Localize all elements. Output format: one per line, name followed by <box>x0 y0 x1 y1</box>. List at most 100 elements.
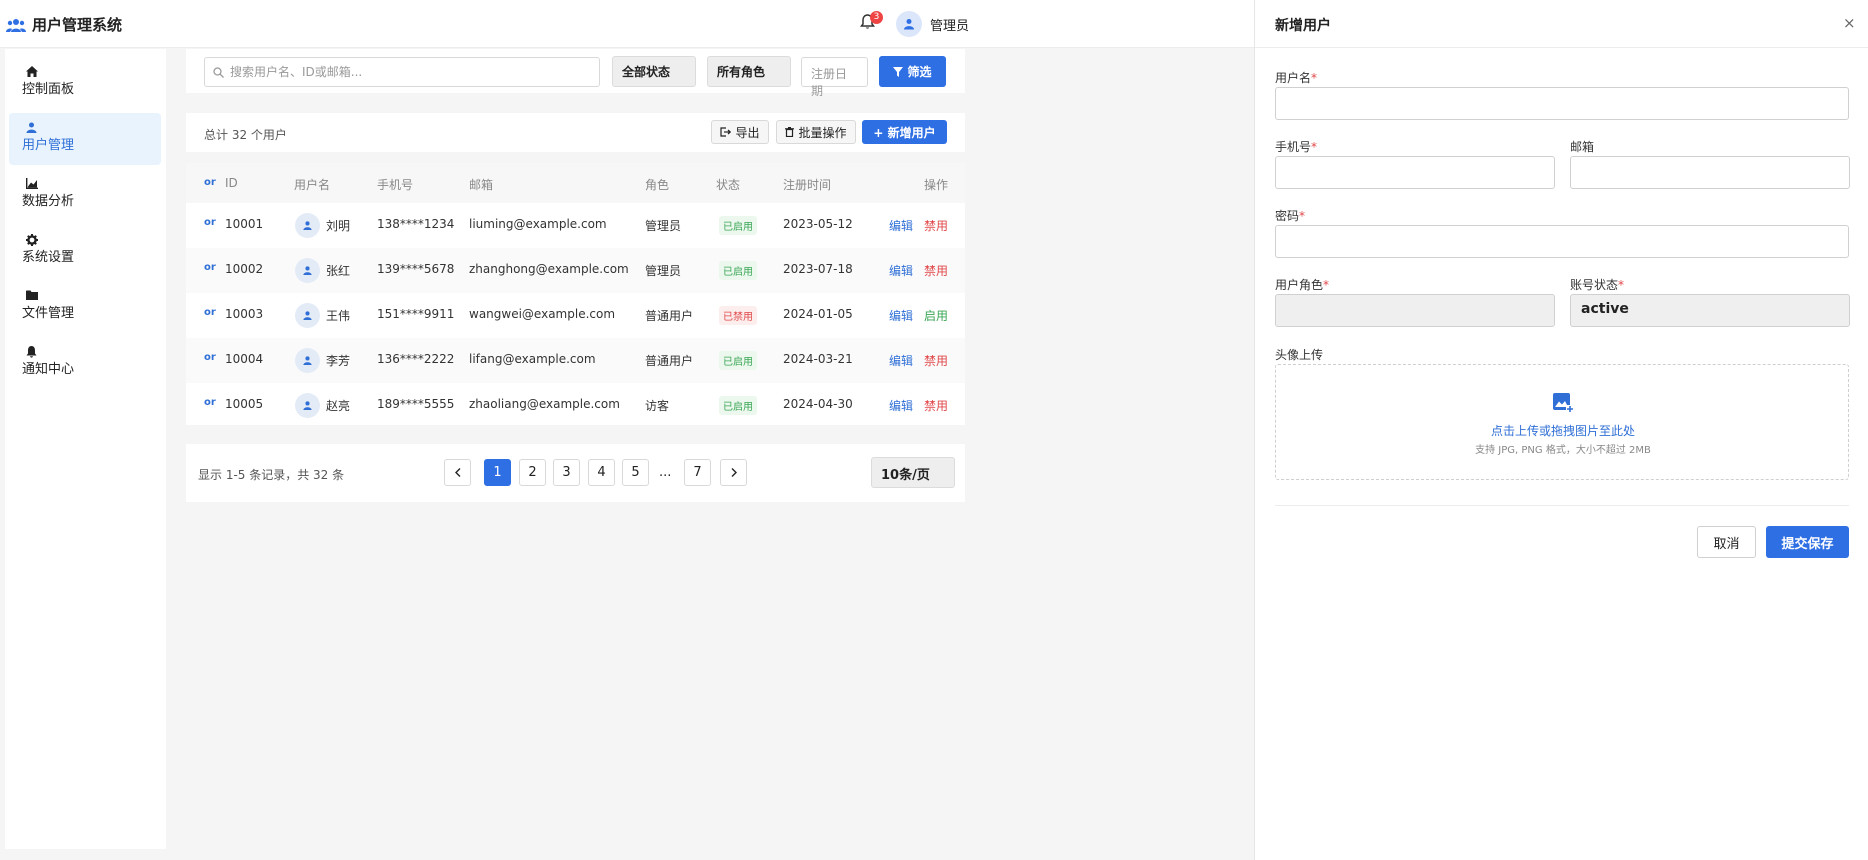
register-date-input[interactable]: 注册日期 <box>801 57 868 98</box>
trash-icon <box>785 127 795 137</box>
avatar-upload-area[interactable]: 点击上传或拖拽图片至此处 支持 JPG, PNG 格式，大小不超过 2MB <box>1275 364 1849 480</box>
enable-link[interactable]: 启用 <box>924 307 948 324</box>
disable-link[interactable]: 禁用 <box>924 262 948 279</box>
search-box <box>204 57 600 87</box>
sidebar-item-users[interactable]: 用户管理 <box>9 113 161 165</box>
sidebar-item-dashboard[interactable]: 控制面板 <box>9 57 161 109</box>
cell-id: 10003 <box>225 307 264 321</box>
cell-date: 2023-05-12 <box>783 217 853 231</box>
email-label: 邮箱 <box>1570 140 1595 154</box>
disable-link[interactable]: 禁用 <box>924 397 948 414</box>
sidebar-item-label: 通知中心 <box>22 362 75 377</box>
required-mark: * <box>1311 71 1318 85</box>
filter-icon <box>893 66 904 77</box>
role-select[interactable]: 所有角色 <box>707 56 791 87</box>
password-field[interactable] <box>1275 225 1849 258</box>
role-label: 用户角色* <box>1275 276 1329 293</box>
app-logo: 用户管理系统 <box>6 14 122 35</box>
prev-page-button[interactable] <box>444 459 471 486</box>
edit-link[interactable]: 编辑 <box>889 397 913 414</box>
account-status-select[interactable]: active <box>1570 294 1850 327</box>
cell-username: 刘明 <box>326 219 351 233</box>
username-label-text: 用户名 <box>1275 71 1312 85</box>
sidebar-item-files[interactable]: 文件管理 <box>9 281 161 333</box>
pagination: 显示 1-5 条记录，共 32 条 1 2 3 4 5 ... 7 10条/页 <box>186 444 965 502</box>
edit-link[interactable]: 编辑 <box>889 307 913 324</box>
required-mark: * <box>1618 278 1625 292</box>
page-2-button[interactable]: 2 <box>519 459 546 486</box>
drawer-divider <box>1275 505 1849 506</box>
cell-role: 管理员 <box>645 219 682 233</box>
next-page-button[interactable] <box>720 459 747 486</box>
password-label-text: 密码 <box>1275 209 1300 223</box>
status-badge: 已启用 <box>719 396 757 415</box>
pagination-info: 显示 1-5 条记录，共 32 条 <box>198 468 345 482</box>
export-label: 导出 <box>735 125 760 140</box>
search-input[interactable] <box>230 65 590 79</box>
bell-icon <box>26 346 37 358</box>
user-menu[interactable]: 管理员 <box>896 11 969 37</box>
edit-link[interactable]: 编辑 <box>889 352 913 369</box>
notification-button[interactable]: 3 <box>860 11 883 34</box>
sidebar-item-label: 控制面板 <box>22 82 75 97</box>
row-sort-toggle[interactable]: or <box>204 262 216 273</box>
add-user-button[interactable]: + 新增用户 <box>862 120 947 144</box>
page-3-button[interactable]: 3 <box>553 459 580 486</box>
username-label: 用户名* <box>1275 69 1317 86</box>
disable-link[interactable]: 禁用 <box>924 217 948 234</box>
filter-bar: 全部状态 所有角色 注册日期 筛选 <box>186 49 965 98</box>
email-field[interactable] <box>1570 156 1850 189</box>
cell-id: 10004 <box>225 352 264 366</box>
disable-link[interactable]: 禁用 <box>924 352 948 369</box>
edit-link[interactable]: 编辑 <box>889 217 913 234</box>
table-row: or 10002 张红 139****5678 zhanghong@exampl… <box>186 248 965 293</box>
cell-date: 2024-03-21 <box>783 352 853 366</box>
username-field[interactable] <box>1275 87 1849 120</box>
status-select[interactable]: 全部状态 <box>612 56 696 87</box>
page-1-button[interactable]: 1 <box>484 459 511 486</box>
sidebar-item-notifications[interactable]: 通知中心 <box>9 337 161 389</box>
cell-email: zhaoliang@example.com <box>469 397 620 411</box>
cell-role: 普通用户 <box>645 354 694 368</box>
cell-phone: 139****5678 <box>377 262 455 276</box>
phone-field[interactable] <box>1275 156 1555 189</box>
add-user-drawer: 新增用户 × 用户名* 手机号* 邮箱 密码* 用户角色* 账号状态* acti… <box>1254 0 1868 860</box>
role-label-text: 用户角色 <box>1275 278 1324 292</box>
export-button[interactable]: 导出 <box>711 120 769 144</box>
sort-toggle[interactable]: or <box>204 177 216 188</box>
page-size-select[interactable]: 10条/页 <box>871 457 955 488</box>
role-select[interactable] <box>1275 294 1555 327</box>
table-row: or 10005 赵亮 189****5555 zhaoliang@exampl… <box>186 383 965 428</box>
cancel-button[interactable]: 取消 <box>1697 526 1756 558</box>
sidebar-item-settings[interactable]: 系统设置 <box>9 225 161 277</box>
status-badge: 已启用 <box>719 261 757 280</box>
page-7-button[interactable]: 7 <box>684 459 711 486</box>
table-row: or 10004 李芳 136****2222 lifang@example.c… <box>186 338 965 383</box>
sidebar-item-analytics[interactable]: 数据分析 <box>9 169 161 221</box>
batch-operation-button[interactable]: 批量操作 <box>776 120 856 144</box>
row-sort-toggle[interactable]: or <box>204 217 216 228</box>
edit-link[interactable]: 编辑 <box>889 262 913 279</box>
row-sort-toggle[interactable]: or <box>204 352 216 363</box>
export-icon <box>720 127 732 137</box>
cell-date: 2023-07-18 <box>783 262 853 276</box>
cell-id: 10001 <box>225 217 264 231</box>
users-group-icon <box>6 18 26 32</box>
drawer-header: 新增用户 × <box>1255 0 1868 48</box>
avatar-upload-label: 头像上传 <box>1275 348 1324 362</box>
close-icon[interactable]: × <box>1843 14 1856 32</box>
filter-button-label: 筛选 <box>907 65 932 79</box>
filter-button[interactable]: 筛选 <box>879 56 946 87</box>
row-sort-toggle[interactable]: or <box>204 307 216 318</box>
cell-username: 王伟 <box>326 309 351 323</box>
image-upload-icon <box>1553 393 1574 413</box>
cell-username: 赵亮 <box>326 399 351 413</box>
page-4-button[interactable]: 4 <box>588 459 615 486</box>
submit-save-button[interactable]: 提交保存 <box>1766 526 1849 558</box>
cell-email: wangwei@example.com <box>469 307 616 321</box>
page-5-button[interactable]: 5 <box>622 459 649 486</box>
col-phone: 手机号 <box>377 178 414 192</box>
row-sort-toggle[interactable]: or <box>204 397 216 408</box>
chart-icon <box>26 178 38 189</box>
upload-text: 点击上传或拖拽图片至此处 <box>1490 424 1635 438</box>
